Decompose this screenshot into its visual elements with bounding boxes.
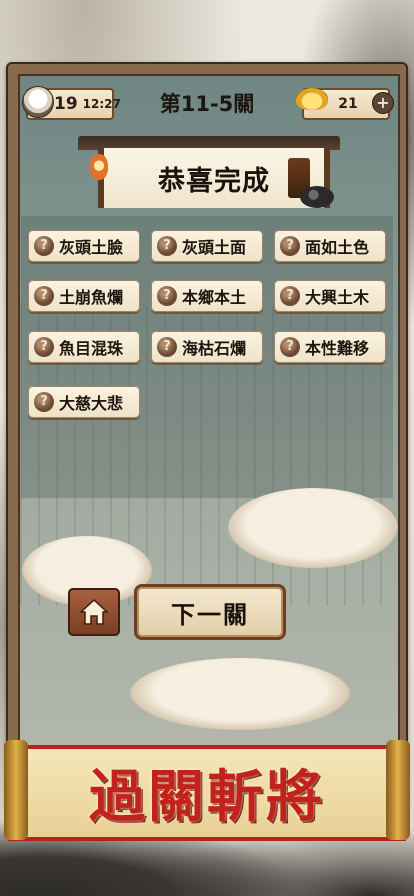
top-bar: 19 12:27 第11-5關 21 + xyxy=(18,82,396,122)
hint-question-icon: ? xyxy=(34,337,54,357)
next-level-button[interactable]: 下一關 xyxy=(134,584,286,640)
coin-count: 21 xyxy=(338,96,358,112)
hint-question-icon: ? xyxy=(280,236,300,256)
congrats-title: 恭喜完成 xyxy=(158,165,270,197)
idiom-item[interactable]: ? 大興土木 xyxy=(274,280,386,312)
idiom-text: 本鄉本土 xyxy=(182,288,247,307)
gold-ingot-icon xyxy=(296,88,328,110)
hint-question-icon: ? xyxy=(157,337,177,357)
idiom-list: ? 灰頭土臉 ? 灰頭土面 ? 面如土色 ? 土崩魚爛 ? 本鄉本土 ? 大興土… xyxy=(21,216,393,498)
idiom-text: 面如土色 xyxy=(305,238,370,257)
idiom-item[interactable]: ? 本性難移 xyxy=(274,331,386,363)
idiom-text: 魚目混珠 xyxy=(59,339,124,358)
hint-question-icon: ? xyxy=(34,236,54,256)
idiom-item[interactable]: ? 灰頭土面 xyxy=(151,230,263,262)
idiom-text: 大慈大悲 xyxy=(59,394,124,413)
hint-question-icon: ? xyxy=(280,337,300,357)
idiom-text: 大興土木 xyxy=(305,288,370,307)
cloud-decoration xyxy=(228,488,398,568)
home-icon xyxy=(79,598,109,625)
hint-question-icon: ? xyxy=(157,236,177,256)
hint-question-icon: ? xyxy=(157,286,177,306)
idiom-item[interactable]: ? 海枯石爛 xyxy=(151,331,263,363)
hint-question-icon: ? xyxy=(34,392,54,412)
add-coins-button[interactable]: + xyxy=(372,92,394,114)
home-button[interactable] xyxy=(68,588,120,636)
idiom-item[interactable]: ? 本鄉本土 xyxy=(151,280,263,312)
idiom-item[interactable]: ? 大慈大悲 xyxy=(28,386,140,418)
next-level-label: 下一關 xyxy=(171,600,249,629)
banner-text: 過關斬將 xyxy=(89,764,325,830)
inkstone-icon xyxy=(300,186,334,208)
idiom-text: 灰頭土面 xyxy=(182,238,247,257)
cloud-decoration xyxy=(130,658,350,730)
idiom-item[interactable]: ? 土崩魚爛 xyxy=(28,280,140,312)
hint-question-icon: ? xyxy=(280,286,300,306)
lantern-icon xyxy=(90,154,108,180)
hint-question-icon: ? xyxy=(34,286,54,306)
idiom-text: 土崩魚爛 xyxy=(59,288,124,307)
idiom-text: 海枯石爛 xyxy=(182,339,247,358)
idiom-item[interactable]: ? 面如土色 xyxy=(274,230,386,262)
idiom-text: 本性難移 xyxy=(305,339,370,358)
coin-counter[interactable]: 21 + xyxy=(296,88,394,120)
idiom-text: 灰頭土臉 xyxy=(59,238,124,257)
idiom-item[interactable]: ? 魚目混珠 xyxy=(28,331,140,363)
idiom-item[interactable]: ? 灰頭土臉 xyxy=(28,230,140,262)
